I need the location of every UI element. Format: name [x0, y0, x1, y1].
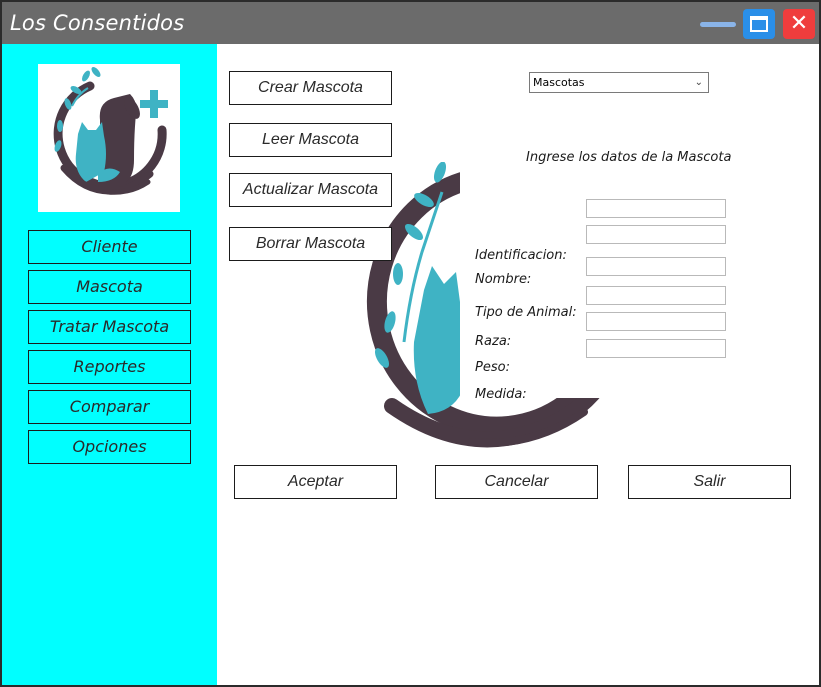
field-label-nombre: Nombre: — [475, 272, 532, 287]
sidebar-item-tratar-mascota[interactable]: Tratar Mascota — [28, 310, 191, 344]
peso-input[interactable] — [586, 312, 726, 331]
entity-select-value: Mascotas — [533, 76, 585, 89]
sidebar-item-mascota[interactable]: Mascota — [28, 270, 191, 304]
field-label-raza: Raza: — [475, 334, 512, 349]
close-icon: ✕ — [789, 11, 809, 36]
actualizar-mascota-button[interactable]: Actualizar Mascota — [229, 173, 392, 207]
close-button[interactable]: ✕ — [783, 9, 815, 39]
borrar-mascota-button[interactable]: Borrar Mascota — [229, 227, 392, 261]
pet-form: Ingrese los datos de la Mascota Identifi… — [460, 138, 740, 402]
leer-mascota-button[interactable]: Leer Mascota — [229, 123, 392, 157]
field-label-peso: Peso: — [475, 360, 510, 375]
title-bar: Los Consentidos ✕ — [2, 2, 819, 44]
aceptar-button[interactable]: Aceptar — [234, 465, 397, 499]
entity-select[interactable]: Mascotas ⌄ — [529, 72, 709, 93]
main-panel: Crear Mascota Leer Mascota Actualizar Ma… — [217, 44, 819, 685]
app-window: Los Consentidos ✕ Cliente Mascota Tratar… — [0, 0, 821, 687]
field-label-tipo-de-animal: Tipo de Animal: — [475, 305, 577, 320]
logo — [38, 64, 180, 212]
salir-button[interactable]: Salir — [628, 465, 791, 499]
crear-mascota-button[interactable]: Crear Mascota — [229, 71, 392, 105]
medida-input[interactable] — [586, 339, 726, 358]
minimize-button[interactable] — [700, 20, 736, 28]
sidebar-item-reportes[interactable]: Reportes — [28, 350, 191, 384]
identificacion-input[interactable] — [586, 199, 726, 218]
chevron-down-icon: ⌄ — [694, 77, 703, 88]
minimize-icon — [700, 22, 736, 27]
form-title: Ingrese los datos de la Mascota — [526, 150, 732, 165]
raza-input[interactable] — [586, 286, 726, 305]
cancelar-button[interactable]: Cancelar — [435, 465, 598, 499]
nombre-input[interactable] — [586, 225, 726, 244]
maximize-button[interactable] — [743, 9, 775, 39]
sidebar-item-cliente[interactable]: Cliente — [28, 230, 191, 264]
pet-care-logo-icon — [53, 67, 168, 195]
window-title: Los Consentidos — [10, 11, 185, 35]
tipo-de-animal-input[interactable] — [586, 257, 726, 276]
sidebar-item-opciones[interactable]: Opciones — [28, 430, 191, 464]
sidebar-item-comparar[interactable]: Comparar — [28, 390, 191, 424]
field-label-identificacion: Identificacion: — [475, 248, 567, 263]
maximize-icon — [750, 16, 768, 32]
field-label-medida: Medida: — [475, 387, 527, 402]
sidebar: Cliente Mascota Tratar Mascota Reportes … — [2, 44, 217, 685]
